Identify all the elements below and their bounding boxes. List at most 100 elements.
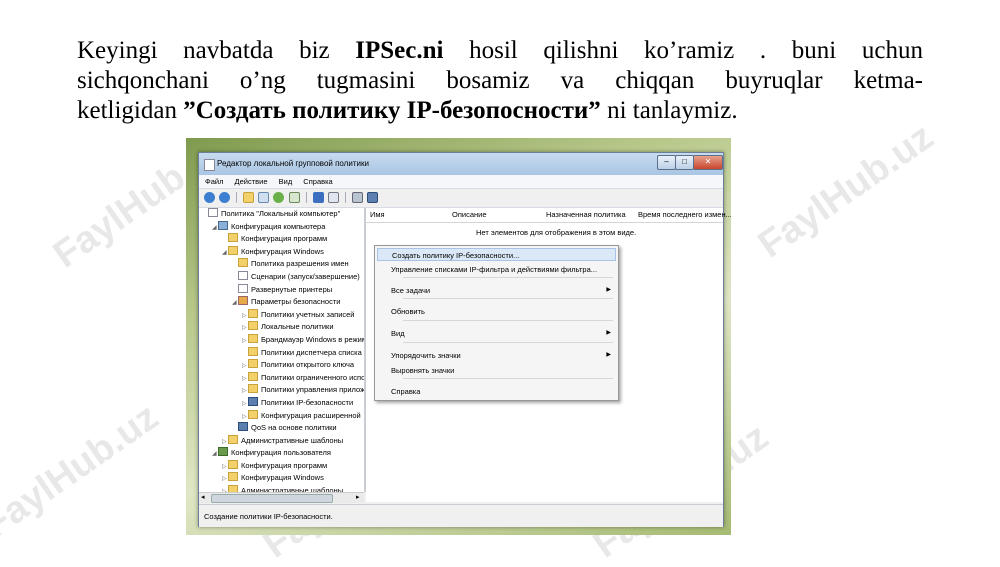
menu-file[interactable]: Файл	[205, 175, 223, 188]
refresh-icon[interactable]	[273, 192, 285, 203]
menu-separator	[403, 320, 613, 321]
menu-separator	[403, 378, 613, 379]
tree-item[interactable]: ▷ Конфигурация Windows	[199, 472, 364, 485]
menu-command-quote: ”Создать политику IP-безопосности”	[183, 97, 601, 124]
tree-item[interactable]: ▷ Конфигурация программ	[199, 459, 364, 473]
folder-icon	[248, 384, 258, 394]
tree-item[interactable]: ◢ Параметры безопасности	[199, 296, 364, 309]
maximize-button[interactable]: □	[675, 155, 694, 170]
tree-item[interactable]: ▷ Локальные политики	[199, 321, 364, 334]
context-menu-item[interactable]: Обновить	[377, 305, 616, 318]
tree-item[interactable]: ◢ Конфигурация компьютера	[199, 220, 364, 234]
toolbar-separator	[344, 192, 346, 203]
user-icon	[218, 447, 228, 457]
folder-icon	[228, 434, 238, 444]
doc-icon	[238, 270, 248, 280]
context-menu-item[interactable]: Справка	[377, 385, 616, 398]
embedded-screenshot: Редактор локальной групповой политики – …	[186, 138, 731, 535]
tree-item-label: Брандмауэр Windows в режиме	[261, 334, 366, 344]
scroll-left-arrow-icon[interactable]: ◂	[201, 493, 205, 501]
folder-icon	[228, 485, 238, 492]
tree-item[interactable]: ◢ Конфигурация пользователя	[199, 447, 364, 460]
slide-paragraph: Keyingi navbatda biz IPSec.ni hosil qili…	[77, 36, 923, 126]
menu-help[interactable]: Справка	[303, 175, 332, 188]
tree-horizontal-scrollbar[interactable]: ◂ ▸	[199, 492, 364, 503]
toolbar-separator	[236, 192, 238, 203]
watermark: FaylHub.uz	[0, 395, 167, 547]
tree-item[interactable]: Политики диспетчера списка сетей	[199, 346, 364, 360]
context-menu-item[interactable]: Вид ▶	[377, 327, 616, 340]
minimize-button[interactable]: –	[657, 155, 676, 170]
folder-icon	[248, 359, 258, 369]
column-last-modified[interactable]: Время последнего измен...	[638, 210, 731, 219]
tree-item[interactable]: ▷Политики управления приложениями	[199, 384, 364, 397]
export-icon[interactable]	[288, 192, 300, 203]
menu-action[interactable]: Действие	[235, 175, 268, 188]
tree-item-label: QoS на основе политики	[251, 423, 337, 433]
tree-item[interactable]: ▷Политики ограниченного использования	[199, 371, 364, 385]
tree-item-label: Политики учетных записей	[261, 309, 355, 319]
tree-item[interactable]: ▷ Политики IP-безопасности	[199, 396, 364, 410]
menu-view[interactable]: Вид	[279, 175, 293, 188]
tree-item-label: Конфигурация Windows	[241, 246, 324, 256]
back-arrow-icon[interactable]	[204, 192, 215, 203]
scroll-right-arrow-icon[interactable]: ▸	[356, 493, 360, 501]
slide-line-1: Keyingi navbatda biz IPSec.ni hosil qili…	[77, 37, 923, 64]
tree-item[interactable]: ▷ Брандмауэр Windows в режиме	[199, 333, 366, 347]
tree-item-label: Политика разрешения имен	[251, 259, 349, 269]
tree-item[interactable]: ▷Административные шаблоны	[199, 434, 364, 448]
context-menu: Создать политику IP-безопасности... Управ…	[374, 245, 619, 401]
context-menu-item-label: Управление списками IP-фильтра и действи…	[391, 265, 598, 274]
tree-item[interactable]: ▷ Конфигурация расширенной	[199, 409, 364, 423]
tree-item[interactable]: ▷ Политики открытого ключа	[199, 359, 364, 372]
tree-item[interactable]: ▷ Политики учетных записей	[199, 308, 364, 322]
column-headers: Имя Описание Назначенная политика Время …	[366, 208, 731, 223]
tree-item-label: Политики открытого ключа	[261, 360, 355, 370]
title-bar[interactable]: Редактор локальной групповой политики – …	[199, 153, 723, 175]
folder-icon	[248, 333, 258, 343]
tree-item[interactable]: ▷Административные шаблоны	[199, 485, 364, 492]
tree-item[interactable]: Политика "Локальный компьютер"	[199, 208, 364, 221]
tree-item[interactable]: Конфигурация программ	[199, 233, 364, 246]
doc-icon	[238, 283, 248, 293]
tree-item[interactable]: ◢ Конфигурация Windows	[199, 245, 364, 259]
tree-item[interactable]: Политика разрешения имен	[199, 258, 364, 271]
tree-item-label: Политика "Локальный компьютер"	[221, 209, 341, 218]
context-menu-item-label: Обновить	[391, 307, 425, 316]
folder-icon	[248, 371, 258, 381]
show-tree-icon[interactable]	[258, 192, 270, 203]
column-assigned-policy[interactable]: Назначенная политика	[546, 210, 626, 219]
folder-icon	[248, 346, 258, 356]
status-text: Создание политики IP-безопасности.	[204, 512, 333, 521]
column-description[interactable]: Описание	[452, 210, 487, 219]
column-name[interactable]: Имя	[370, 210, 385, 219]
security-icon[interactable]	[352, 192, 364, 203]
context-menu-item[interactable]: Управление списками IP-фильтра и действи…	[377, 263, 616, 276]
tree-item[interactable]: Сценарии (запуск/завершение)	[199, 270, 364, 284]
net-icon	[238, 422, 248, 432]
properties-icon[interactable]	[327, 192, 339, 203]
app-icon	[204, 159, 215, 171]
tree-item[interactable]: QoS на основе политики	[199, 422, 364, 435]
context-menu-item[interactable]: Упорядочить значки ▶	[377, 349, 616, 362]
context-menu-item-label: Все задачи	[391, 286, 431, 295]
tree-item[interactable]: Развернутые принтеры	[199, 283, 364, 297]
context-menu-item-label: Упорядочить значки	[391, 351, 461, 360]
close-button[interactable]: ✕	[693, 155, 723, 170]
help-icon[interactable]	[312, 192, 324, 203]
scroll-thumb[interactable]	[211, 494, 333, 503]
watermark: FaylHub.uz	[750, 115, 942, 267]
context-menu-item[interactable]: Все задачи ▶	[377, 284, 616, 297]
context-menu-item[interactable]: Выровнять значки	[377, 364, 616, 377]
folder-icon	[248, 409, 258, 419]
folder-icon	[228, 459, 238, 469]
menu-bar: Файл Действие Вид Справка	[199, 175, 723, 189]
ipsec-icon[interactable]	[367, 192, 379, 203]
menu-separator	[403, 298, 613, 299]
forward-arrow-icon[interactable]	[219, 192, 231, 203]
context-menu-item[interactable]: Создать политику IP-безопасности...	[377, 248, 616, 261]
context-menu-item-label: Выровнять значки	[391, 366, 455, 375]
folder-icon	[238, 258, 248, 268]
context-menu-item-label: Создать политику IP-безопасности...	[392, 251, 520, 260]
up-folder-icon[interactable]	[243, 192, 255, 203]
